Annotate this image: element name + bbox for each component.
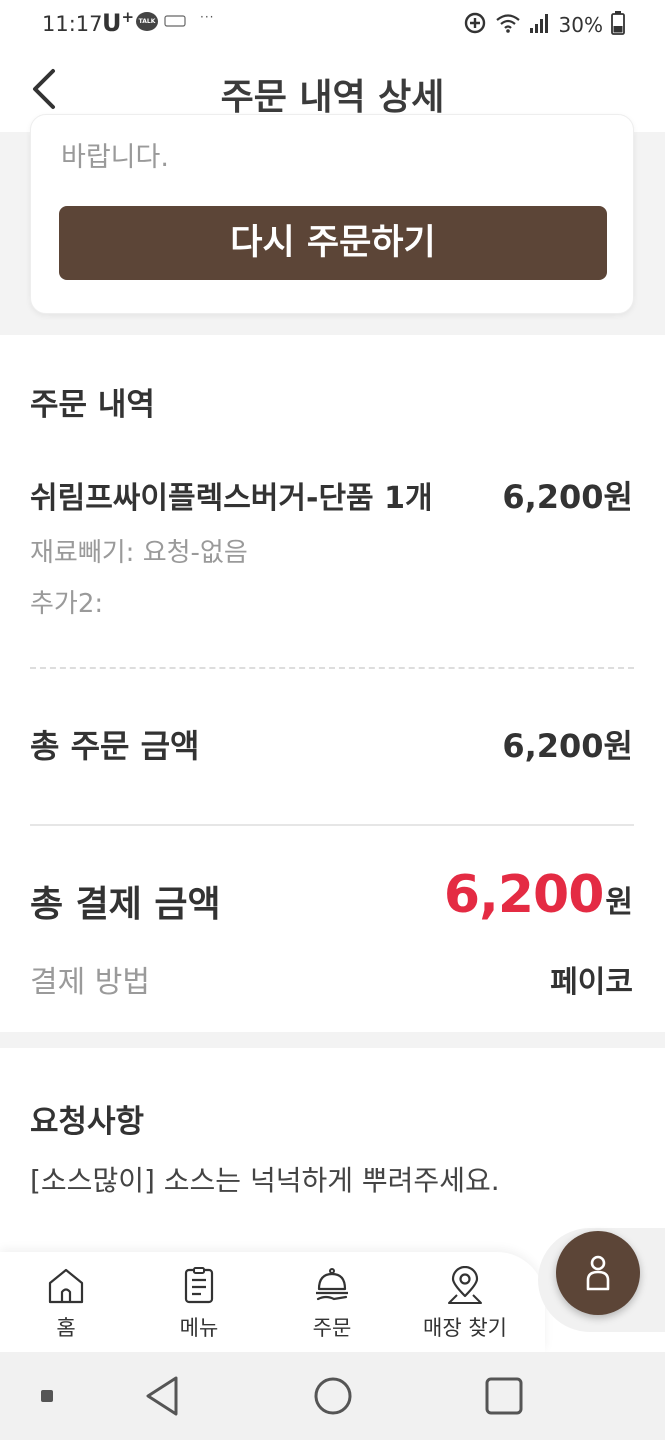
home-icon	[46, 1266, 86, 1306]
order-item-price: 6,200원	[502, 478, 633, 516]
reorder-button[interactable]: 다시 주문하기	[59, 206, 607, 280]
total-payment-label: 총 결제 금액	[30, 884, 221, 925]
app-notification-icon	[164, 14, 186, 28]
status-right: 30%	[463, 10, 625, 40]
talk-icon: TALK	[136, 12, 158, 31]
total-order-value: 6,200원	[502, 727, 633, 765]
total-payment: 6,200 원	[444, 865, 633, 925]
bottom-nav: 홈 메뉴 주문 매장 찾기	[0, 1252, 545, 1352]
nav-item-store-finder[interactable]: 매장 찾기	[405, 1266, 525, 1346]
my-page-button[interactable]	[556, 1231, 640, 1315]
payment-method-label: 결제 방법	[30, 965, 150, 1000]
order-detail-screen: 11:17 U+ TALK ··· 30% 주문 내역 상세 바랍니다. 다시 …	[0, 0, 665, 1440]
request-text: [소스많이] 소스는 넉넉하게 뿌려주세요.	[30, 1164, 500, 1197]
carrier-logo: U+	[102, 8, 135, 37]
battery-percent: 30%	[558, 13, 603, 37]
system-nav-bar	[0, 1352, 665, 1440]
nav-label-home: 홈	[56, 1316, 76, 1340]
data-saver-icon	[463, 11, 487, 39]
nav-label-menu: 메뉴	[179, 1316, 219, 1340]
square-dot-icon	[41, 1390, 53, 1402]
payment-method-value: 페이코	[550, 965, 633, 1000]
divider	[30, 824, 634, 826]
more-notifications-icon: ···	[200, 10, 215, 24]
order-item-option: 추가2:	[30, 589, 104, 619]
status-bar: 11:17 U+ TALK ··· 30%	[0, 0, 665, 48]
location-icon	[445, 1266, 485, 1306]
square-recents-icon	[485, 1377, 523, 1415]
order-details-section: 주문 내역 쉬림프싸이플렉스버거-단품 1개 6,200원 재료빼기: 요청-없…	[0, 335, 665, 1032]
nav-label-order: 주문	[312, 1316, 352, 1340]
system-home-button[interactable]	[311, 1374, 355, 1418]
total-order-label: 총 주문 금액	[30, 727, 200, 765]
dashed-divider	[30, 667, 634, 669]
circle-home-icon	[314, 1377, 352, 1415]
system-back-button[interactable]	[140, 1374, 184, 1418]
nav-item-order[interactable]: 주문	[272, 1266, 392, 1346]
nav-item-menu[interactable]: 메뉴	[139, 1266, 259, 1346]
order-icon	[312, 1266, 352, 1306]
menu-icon	[179, 1266, 219, 1306]
total-payment-value: 6,200	[443, 865, 604, 925]
system-recents-button[interactable]	[482, 1374, 526, 1418]
triangle-back-icon	[146, 1376, 178, 1416]
order-details-title: 주문 내역	[30, 387, 155, 423]
recents-dot-button[interactable]	[36, 1374, 58, 1418]
order-item-name: 쉬림프싸이플렉스버거-단품 1개	[30, 481, 433, 516]
signal-icon	[529, 12, 551, 38]
reorder-card: 바랍니다. 다시 주문하기	[30, 114, 634, 314]
person-icon	[586, 1255, 610, 1291]
order-item-option: 재료빼기: 요청-없음	[30, 538, 248, 568]
reorder-note: 바랍니다.	[61, 142, 169, 173]
page-title: 주문 내역 상세	[220, 77, 445, 118]
total-payment-unit: 원	[605, 885, 633, 920]
request-title: 요청사항	[30, 1104, 145, 1140]
status-time: 11:17	[42, 12, 103, 36]
battery-icon	[611, 11, 625, 39]
section-gap	[0, 1032, 665, 1048]
nav-item-home[interactable]: 홈	[6, 1266, 126, 1346]
wifi-icon	[495, 12, 521, 38]
nav-label-store-finder: 매장 찾기	[423, 1316, 507, 1340]
